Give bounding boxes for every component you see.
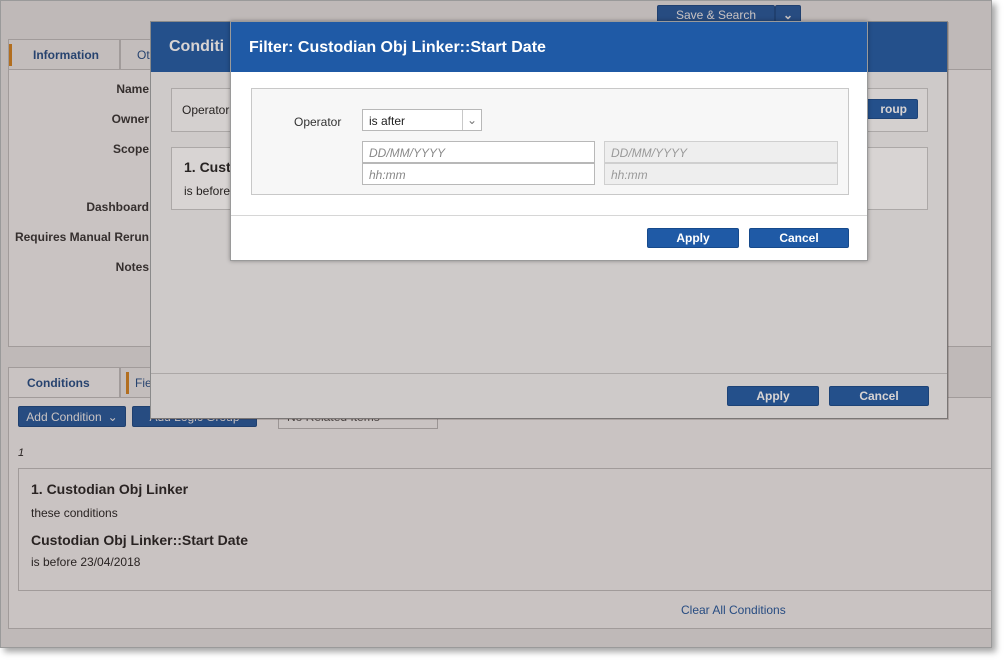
filter-dialog-header: Filter: Custodian Obj Linker::Start Date — [231, 22, 867, 72]
end-time-input: hh:mm — [604, 163, 838, 185]
filter-form-box: Operator is after ⌄ DD/MM/YYYY DD/MM/YYY… — [251, 88, 849, 195]
start-date-input[interactable]: DD/MM/YYYY — [362, 141, 595, 163]
filter-dialog-title: Filter: Custodian Obj Linker::Start Date — [249, 39, 546, 56]
filter-footer-divider — [231, 215, 867, 216]
filter-cancel-button[interactable]: Cancel — [749, 228, 849, 248]
filter-operator-label: Operator — [294, 115, 342, 129]
operator-select[interactable]: is after ⌄ — [362, 109, 482, 131]
chevron-down-icon: ⌄ — [462, 110, 481, 130]
start-time-placeholder: hh:mm — [369, 168, 406, 182]
filter-apply-button[interactable]: Apply — [647, 228, 739, 248]
filter-dialog: Filter: Custodian Obj Linker::Start Date… — [230, 21, 868, 261]
filter-apply-label: Apply — [676, 231, 710, 245]
start-time-input[interactable]: hh:mm — [362, 163, 595, 185]
operator-select-value: is after — [369, 114, 406, 128]
start-date-placeholder: DD/MM/YYYY — [369, 146, 446, 160]
end-date-placeholder: DD/MM/YYYY — [611, 146, 688, 160]
end-date-input: DD/MM/YYYY — [604, 141, 838, 163]
app-window: Save & Search ⌄ Information Ot Name Owne… — [0, 0, 992, 648]
filter-cancel-label: Cancel — [779, 231, 819, 245]
end-time-placeholder: hh:mm — [611, 168, 648, 182]
